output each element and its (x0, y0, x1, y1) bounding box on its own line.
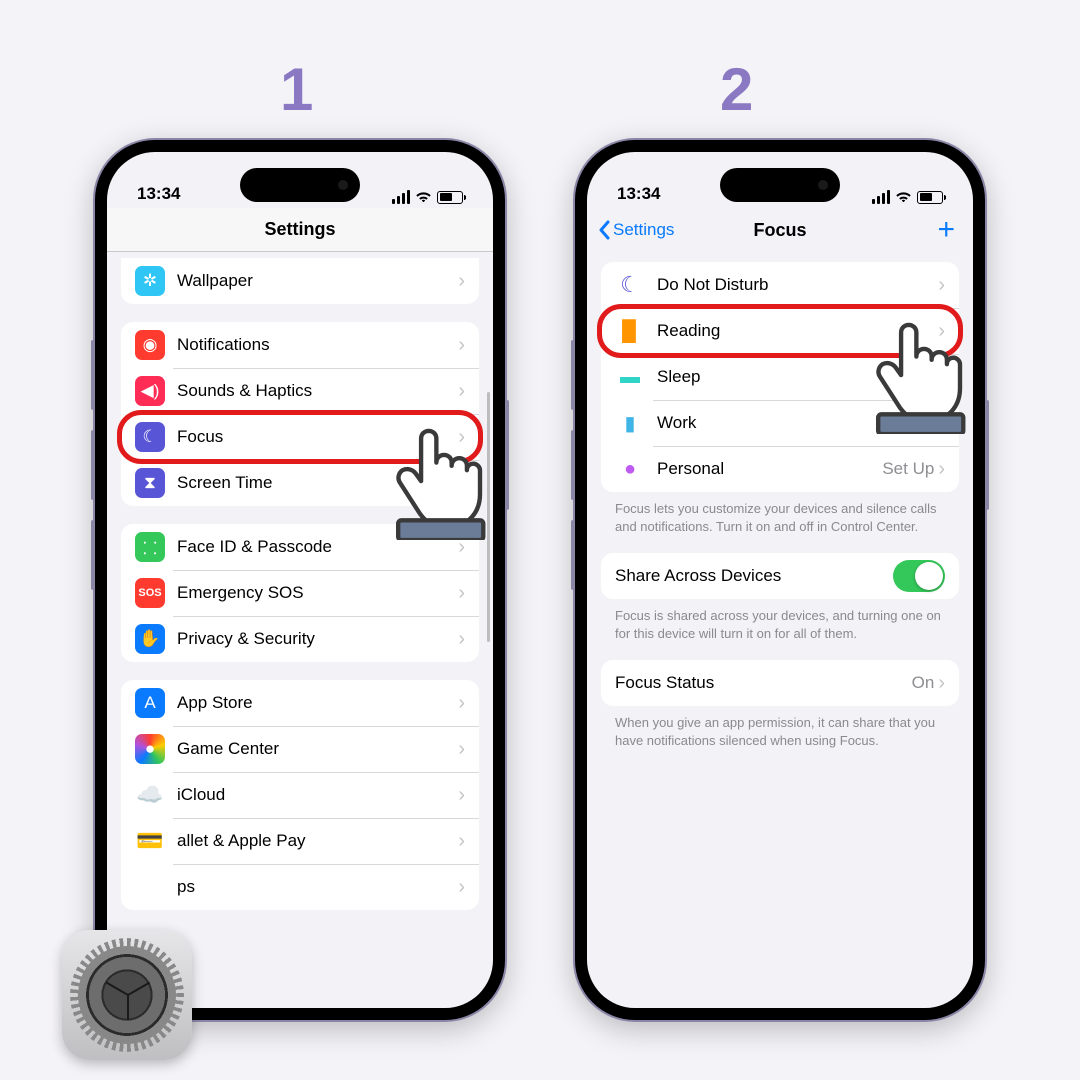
hand-icon: ✋ (135, 624, 165, 654)
row-label: allet & Apple Pay (177, 831, 458, 851)
chevron-right-icon: › (458, 692, 465, 715)
settings-row-ps[interactable]: ps› (121, 864, 479, 910)
settings-row-privacy-security[interactable]: ✋ Privacy & Security› (121, 616, 479, 662)
chevron-right-icon: › (458, 784, 465, 807)
cellular-signal-icon (872, 190, 890, 204)
chevron-right-icon: › (458, 738, 465, 761)
personal-icon: ● (615, 454, 645, 484)
step-number-2: 2 (720, 55, 753, 124)
settings-app-icon (62, 930, 192, 1060)
nav-title: Settings (264, 219, 335, 240)
settings-row-app-store[interactable]: A App Store› (121, 680, 479, 726)
chevron-right-icon: › (458, 380, 465, 403)
settings-row-icloud[interactable]: ☁️ iCloud› (121, 772, 479, 818)
row-label: Personal (657, 459, 882, 479)
focus-row-do-not-disturb[interactable]: ☾ Do Not Disturb› (601, 262, 959, 308)
battery-icon (437, 191, 463, 204)
chevron-right-icon: › (458, 582, 465, 605)
row-label: App Store (177, 693, 458, 713)
chevron-right-icon: › (938, 672, 945, 695)
speaker-icon: ◀︎) (135, 376, 165, 406)
chevron-right-icon: › (938, 458, 945, 481)
flower-icon: ✲ (135, 266, 165, 296)
hourglass-icon: ⧗ (135, 468, 165, 498)
phone-frame-2: 13:34 Settings Focus + ☾Do Not Disturb›▉… (575, 140, 985, 1020)
row-label: Game Center (177, 739, 458, 759)
phone-frame-1: 13:34 Settings ✲Wallpaper›◉Notifications… (95, 140, 505, 1020)
share-across-devices-row[interactable]: Share Across Devices (601, 553, 959, 599)
focus-row-personal[interactable]: ● PersonalSet Up› (601, 446, 959, 492)
cellular-signal-icon (392, 190, 410, 204)
add-focus-button[interactable]: + (937, 215, 955, 245)
focus-status-value: On (912, 673, 935, 693)
appstore-icon: A (135, 688, 165, 718)
row-label: Privacy & Security (177, 629, 458, 649)
settings-row-game-center[interactable]: ● Game Center› (121, 726, 479, 772)
bell-icon: ◉ (135, 330, 165, 360)
row-label: Do Not Disturb (657, 275, 938, 295)
chevron-right-icon: › (458, 334, 465, 357)
chevron-right-icon: › (938, 274, 945, 297)
phone-screen-2: 13:34 Settings Focus + ☾Do Not Disturb›▉… (587, 152, 973, 1008)
wifi-icon (895, 191, 912, 204)
share-footer-text: Focus is shared across your devices, and… (601, 599, 959, 642)
settings-row-emergency-sos[interactable]: SOS Emergency SOS› (121, 570, 479, 616)
row-label: Emergency SOS (177, 583, 458, 603)
wifi-icon (415, 191, 432, 204)
gamecenter-icon: ● (135, 734, 165, 764)
settings-row-notifications[interactable]: ◉ Notifications› (121, 322, 479, 368)
settings-row-wallpaper[interactable]: ✲ Wallpaper› (121, 258, 479, 304)
focus-status-row[interactable]: Focus Status On › (601, 660, 959, 706)
share-toggle[interactable] (893, 560, 945, 592)
gear-icon (78, 946, 176, 1044)
dynamic-island (240, 168, 360, 202)
status-time: 13:34 (617, 184, 660, 204)
focus-footer-text: Focus lets you customize your devices an… (601, 492, 959, 535)
moon-icon: ☾ (135, 422, 165, 452)
faceid-icon: ⸬ (135, 532, 165, 562)
dynamic-island (720, 168, 840, 202)
chevron-right-icon: › (458, 876, 465, 899)
chevron-right-icon: › (458, 830, 465, 853)
row-detail: Set Up (882, 459, 934, 479)
row-label: Notifications (177, 335, 458, 355)
reading-icon: ▉ (615, 316, 645, 346)
battery-icon (917, 191, 943, 204)
settings-list[interactable]: ✲Wallpaper›◉Notifications›◀︎)Sounds & Ha… (107, 252, 493, 1008)
nav-back-button[interactable]: Settings (597, 220, 674, 240)
tap-cursor-icon (869, 314, 973, 434)
share-label: Share Across Devices (615, 566, 893, 586)
row-label: iCloud (177, 785, 458, 805)
settings-row-allet-apple-pay[interactable]: 💳 allet & Apple Pay› (121, 818, 479, 864)
sos-icon: SOS (135, 578, 165, 608)
tap-cursor-icon (389, 420, 493, 540)
nav-title: Focus (753, 220, 806, 241)
status-time: 13:34 (137, 184, 180, 204)
nav-bar: Settings (107, 208, 493, 252)
settings-row-sounds-haptics[interactable]: ◀︎) Sounds & Haptics› (121, 368, 479, 414)
phone-screen-1: 13:34 Settings ✲Wallpaper›◉Notifications… (107, 152, 493, 1008)
do not disturb-icon: ☾ (615, 270, 645, 300)
focus-status-label: Focus Status (615, 673, 912, 693)
row-label: Sounds & Haptics (177, 381, 458, 401)
chevron-right-icon: › (458, 270, 465, 293)
nav-back-label: Settings (613, 220, 674, 240)
icloud-icon: ☁️ (135, 780, 165, 810)
row-label: Wallpaper (177, 271, 458, 291)
work-icon: ▮ (615, 408, 645, 438)
status-footer-text: When you give an app permission, it can … (601, 706, 959, 749)
row-label: ps (177, 877, 458, 897)
chevron-right-icon: › (458, 628, 465, 651)
nav-bar: Settings Focus + (587, 208, 973, 252)
step-number-1: 1 (280, 55, 313, 124)
sleep-icon: ▬ (615, 362, 645, 392)
wallet-icon: 💳 (135, 826, 165, 856)
